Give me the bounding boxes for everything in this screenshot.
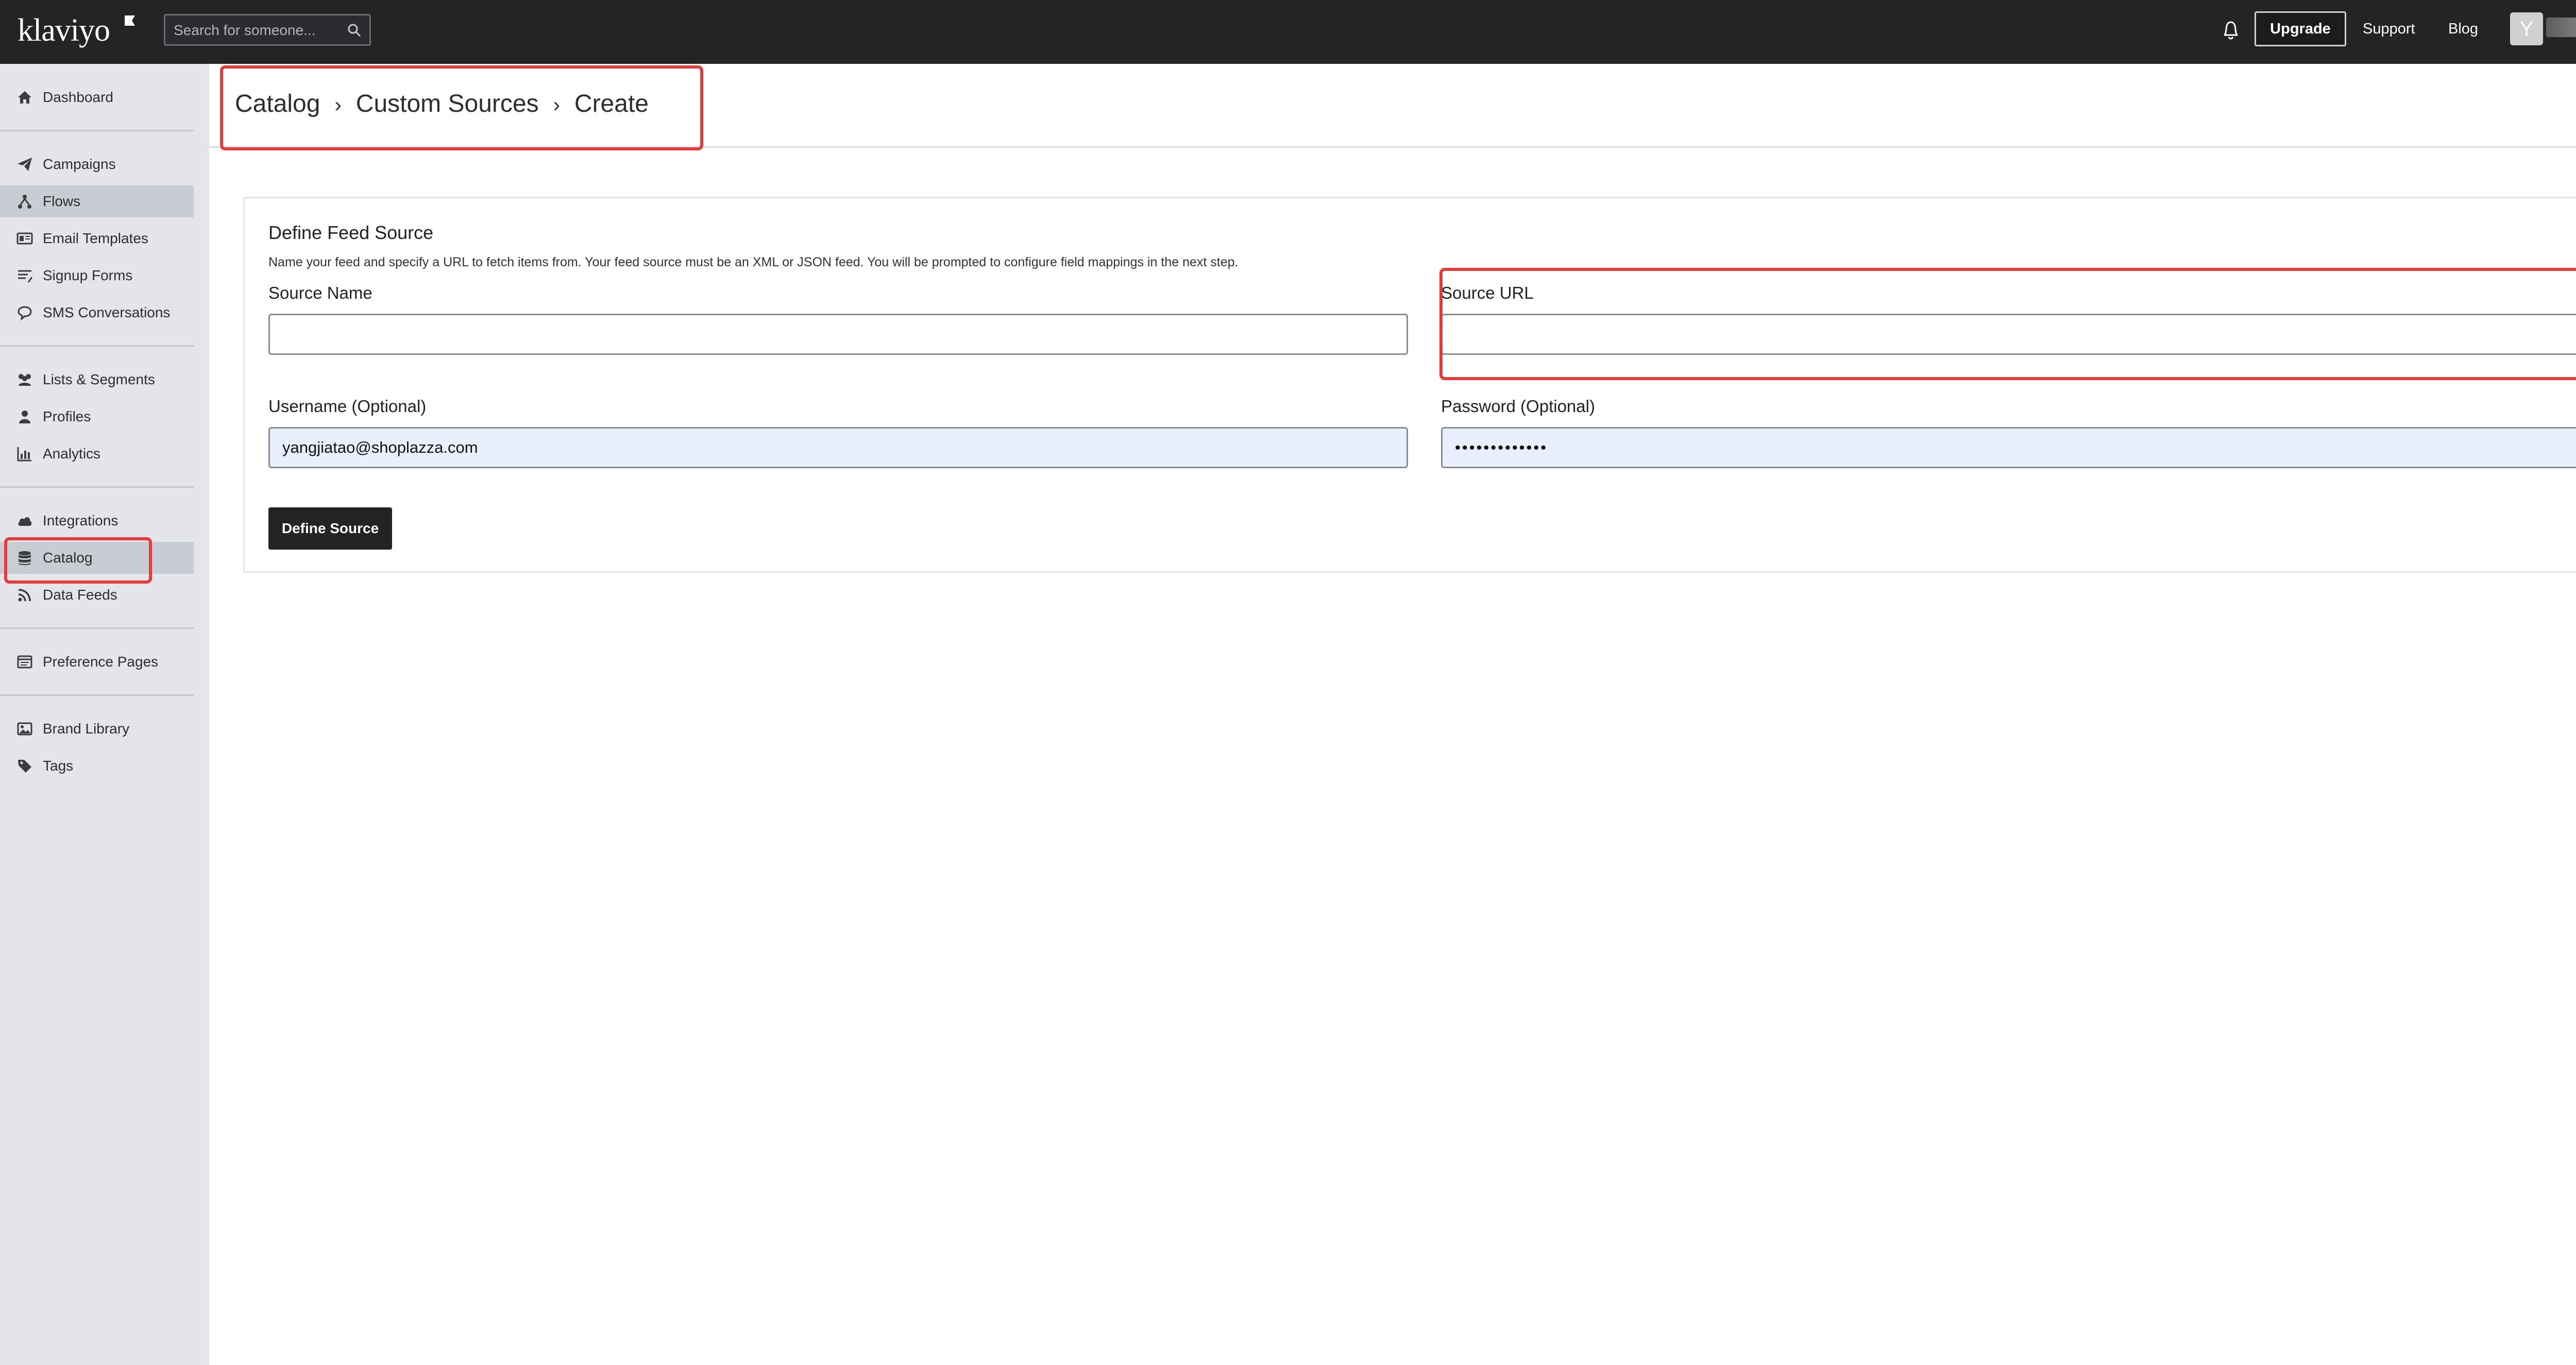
- breadcrumb-catalog-link[interactable]: Catalog: [235, 90, 320, 117]
- rss-icon: [18, 589, 31, 602]
- breadcrumb-separator: ›: [334, 94, 342, 116]
- sidebar-divider: [0, 627, 194, 629]
- sidebar-item-flows[interactable]: Flows: [0, 185, 194, 217]
- sidebar-item-profiles[interactable]: Profiles: [0, 401, 194, 433]
- email-template-icon: [16, 232, 33, 245]
- image-icon: [17, 722, 32, 736]
- sidebar-item-sms-conversations[interactable]: SMS Conversations: [0, 297, 194, 329]
- sidebar-item-label: Lists & Segments: [43, 371, 155, 387]
- sidebar-item-integrations[interactable]: Integrations: [0, 505, 194, 537]
- username-label: Username (Optional): [268, 397, 427, 416]
- sidebar-item-label: Catalog: [43, 550, 93, 566]
- blog-link[interactable]: Blog: [2448, 11, 2478, 46]
- card-title: Define Feed Source: [268, 222, 434, 243]
- preference-page-icon: [17, 655, 32, 669]
- sidebar-item-label: Dashboard: [43, 89, 113, 105]
- sidebar-item-lists-segments[interactable]: Lists & Segments: [0, 364, 194, 396]
- source-url-label: Source URL: [1441, 283, 1534, 302]
- sidebar-item-analytics[interactable]: Analytics: [0, 438, 194, 470]
- sidebar-item-preference-pages[interactable]: Preference Pages: [0, 646, 194, 678]
- sidebar-item-label: Tags: [43, 758, 74, 774]
- avatar[interactable]: Y: [2510, 12, 2543, 45]
- define-source-button[interactable]: Define Source: [268, 507, 392, 550]
- source-url-field[interactable]: [1441, 314, 2576, 355]
- sidebar-item-label: Analytics: [43, 446, 101, 462]
- breadcrumb-current-page: Create: [574, 90, 649, 117]
- tag-icon: [18, 760, 31, 773]
- sidebar-item-label: Brand Library: [43, 721, 130, 737]
- flows-icon: [18, 195, 31, 209]
- bar-chart-icon: [17, 447, 31, 462]
- password-field[interactable]: [1441, 427, 2576, 468]
- breadcrumb-separator: ›: [553, 94, 560, 116]
- account-name-redacted[interactable]: [2546, 18, 2576, 37]
- breadcrumb-custom-sources-link[interactable]: Custom Sources: [356, 90, 539, 117]
- search-input[interactable]: [173, 15, 345, 45]
- logo-flag-icon: [125, 15, 135, 26]
- username-field[interactable]: [268, 427, 1408, 468]
- support-link[interactable]: Support: [2363, 11, 2415, 46]
- card-description: Name your feed and specify a URL to fetc…: [268, 255, 1239, 269]
- sidebar-item-tags[interactable]: Tags: [0, 750, 194, 782]
- klaviyo-logo[interactable]: klaviyo: [18, 12, 135, 48]
- upgrade-button[interactable]: Upgrade: [2255, 11, 2346, 46]
- sidebar-item-data-feeds[interactable]: Data Feeds: [0, 579, 194, 611]
- sidebar-item-brand-library[interactable]: Brand Library: [0, 713, 194, 745]
- sidebar-divider: [0, 694, 194, 696]
- sidebar-divider: [0, 345, 194, 347]
- password-label: Password (Optional): [1441, 397, 1595, 416]
- sidebar-item-email-templates[interactable]: Email Templates: [0, 223, 194, 254]
- sidebar-item-label: Flows: [43, 193, 81, 209]
- define-feed-source-card: Define Feed Source Name your feed and sp…: [243, 197, 2576, 573]
- sidebar-item-catalog[interactable]: Catalog: [0, 542, 194, 574]
- sidebar-divider: [0, 486, 194, 488]
- sidebar-item-label: Campaigns: [43, 156, 116, 172]
- search-box[interactable]: [164, 14, 371, 46]
- search-icon[interactable]: [347, 23, 362, 38]
- user-icon: [19, 411, 30, 423]
- home-icon: [18, 91, 31, 104]
- sidebar-item-label: Signup Forms: [43, 267, 133, 283]
- sidebar-item-label: Email Templates: [43, 230, 148, 246]
- logo-text: klaviyo: [18, 13, 110, 48]
- sidebar-item-signup-forms[interactable]: Signup Forms: [0, 260, 194, 292]
- top-navbar: klaviyo Upgrade Support Blog Y: [0, 0, 2576, 64]
- sidebar-item-label: Data Feeds: [43, 587, 117, 603]
- sidebar-item-campaigns[interactable]: Campaigns: [0, 148, 194, 180]
- sidebar-item-label: Profiles: [43, 408, 91, 424]
- source-name-label: Source Name: [268, 283, 372, 302]
- notification-bell-icon[interactable]: [2221, 19, 2241, 41]
- source-name-field[interactable]: [268, 314, 1408, 355]
- breadcrumb: Catalog › Custom Sources › Create: [235, 89, 649, 120]
- sidebar-item-label: SMS Conversations: [43, 304, 171, 320]
- sidebar-divider: [0, 130, 194, 131]
- paper-plane-icon: [18, 158, 32, 171]
- sidebar-item-dashboard[interactable]: Dashboard: [0, 81, 194, 113]
- sidebar-item-label: Integrations: [43, 513, 118, 528]
- page-header: Catalog › Custom Sources › Create: [209, 64, 2576, 148]
- chat-icon: [18, 306, 32, 321]
- sidebar-item-label: Preference Pages: [43, 654, 159, 670]
- database-icon: [19, 551, 31, 565]
- sidebar: Dashboard Campaigns Flows Email Template…: [0, 64, 209, 1365]
- cloud-icon: [18, 517, 32, 526]
- signup-forms-icon: [18, 270, 32, 283]
- users-icon: [19, 374, 31, 386]
